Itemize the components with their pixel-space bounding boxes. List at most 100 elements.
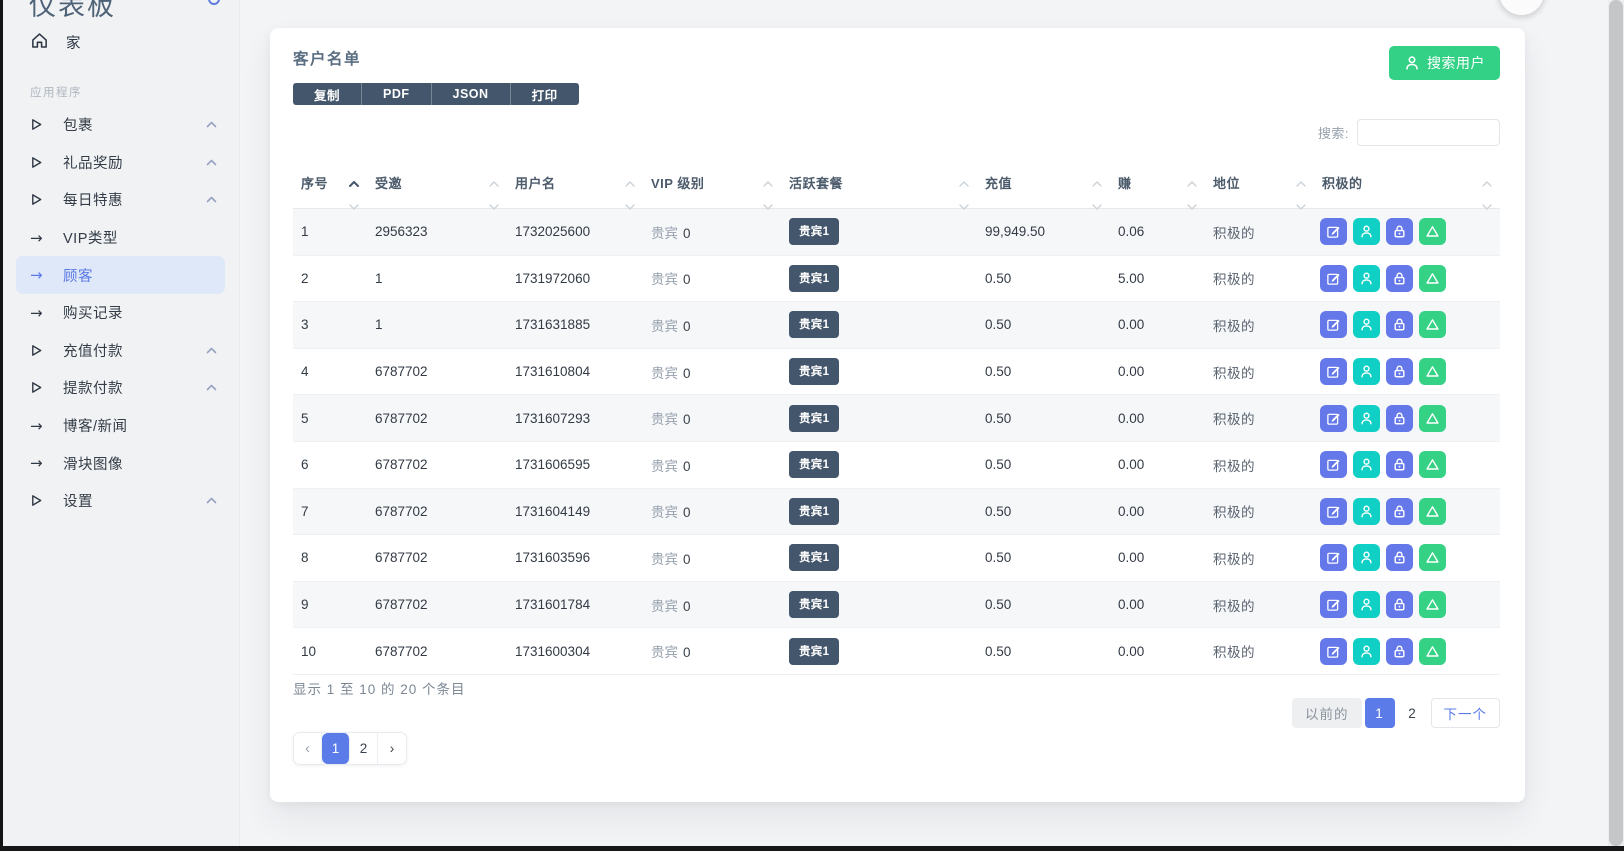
column-header-8[interactable]: 积极的 xyxy=(1314,168,1500,209)
edit-button[interactable] xyxy=(1320,498,1347,525)
export-button-group: 复制 PDF JSON 打印 xyxy=(293,83,579,105)
sidebar-item-home[interactable]: 家 xyxy=(3,24,239,60)
column-header-3[interactable]: VIP 级别 xyxy=(643,168,781,209)
print-button[interactable]: 打印 xyxy=(511,83,579,105)
edit-button[interactable] xyxy=(1320,544,1347,571)
edit-button[interactable] xyxy=(1320,405,1347,432)
approve-button[interactable] xyxy=(1419,358,1446,385)
approve-button[interactable] xyxy=(1419,638,1446,665)
approve-button[interactable] xyxy=(1419,311,1446,338)
sidebar-item-9[interactable]: →滑块图像 xyxy=(16,444,225,482)
lock-button[interactable] xyxy=(1386,218,1413,245)
edit-button[interactable] xyxy=(1320,358,1347,385)
user-detail-button[interactable] xyxy=(1353,265,1380,292)
json-button[interactable]: JSON xyxy=(432,83,511,105)
cell-recharge: 0.50 xyxy=(977,441,1110,488)
copy-button[interactable]: 复制 xyxy=(293,83,362,105)
table-row: 1067877021731600304贵宾0贵宾10.500.00积极的 xyxy=(293,628,1500,675)
user-avatar[interactable] xyxy=(1498,0,1545,16)
vip-value: 0 xyxy=(683,319,691,334)
user-detail-button[interactable] xyxy=(1353,638,1380,665)
pager-next-arrow[interactable]: › xyxy=(378,733,406,764)
user-detail-button[interactable] xyxy=(1353,405,1380,432)
cell-earn: 0.06 xyxy=(1110,209,1205,256)
lock-button[interactable] xyxy=(1386,358,1413,385)
approve-button[interactable] xyxy=(1419,218,1446,245)
column-header-0[interactable]: 序号 xyxy=(293,168,367,209)
edit-button[interactable] xyxy=(1320,451,1347,478)
edit-icon xyxy=(1326,550,1341,565)
previous-page-button[interactable]: 以前的 xyxy=(1292,698,1362,728)
sidebar-item-0[interactable]: 包裹 xyxy=(16,106,225,144)
sort-desc-icon xyxy=(1296,198,1306,213)
column-header-6[interactable]: 赚 xyxy=(1110,168,1205,209)
approve-button[interactable] xyxy=(1419,544,1446,571)
sidebar-item-10[interactable]: 设置 xyxy=(16,482,225,520)
user-detail-button[interactable] xyxy=(1353,358,1380,385)
user-detail-button[interactable] xyxy=(1353,451,1380,478)
lock-button[interactable] xyxy=(1386,591,1413,618)
user-detail-button[interactable] xyxy=(1353,311,1380,338)
page-1-button[interactable]: 1 xyxy=(1365,698,1395,728)
lock-button[interactable] xyxy=(1386,498,1413,525)
sidebar-item-4[interactable]: →顾客 xyxy=(16,256,225,294)
pager-page-2[interactable]: 2 xyxy=(350,733,378,764)
column-label: 地位 xyxy=(1213,176,1240,191)
column-header-5[interactable]: 充值 xyxy=(977,168,1110,209)
sidebar-toggle-icon[interactable] xyxy=(208,0,220,5)
sidebar-item-3[interactable]: →VIP类型 xyxy=(16,219,225,257)
cell-recharge: 0.50 xyxy=(977,395,1110,442)
page-2-button[interactable]: 2 xyxy=(1398,698,1428,728)
vertical-scrollbar[interactable] xyxy=(1608,0,1624,846)
column-header-7[interactable]: 地位 xyxy=(1205,168,1314,209)
search-input[interactable] xyxy=(1357,119,1500,146)
cell-vip-level: 贵宾0 xyxy=(643,395,781,442)
lock-button[interactable] xyxy=(1386,451,1413,478)
lock-button[interactable] xyxy=(1386,544,1413,571)
approve-button[interactable] xyxy=(1419,498,1446,525)
sidebar-item-2[interactable]: 每日特惠 xyxy=(16,181,225,219)
lock-button[interactable] xyxy=(1386,265,1413,292)
user-detail-button[interactable] xyxy=(1353,498,1380,525)
approve-button[interactable] xyxy=(1419,591,1446,618)
approve-button[interactable] xyxy=(1419,265,1446,292)
column-header-2[interactable]: 用户名 xyxy=(507,168,643,209)
sidebar-item-5[interactable]: →购买记录 xyxy=(16,294,225,332)
sidebar-item-7[interactable]: 提款付款 xyxy=(16,369,225,407)
cell-username: 1732025600 xyxy=(507,209,643,256)
lock-icon xyxy=(1392,644,1407,659)
edit-button[interactable] xyxy=(1320,311,1347,338)
sidebar-item-6[interactable]: 充值付款 xyxy=(16,332,225,370)
edit-button[interactable] xyxy=(1320,591,1347,618)
sidebar-item-8[interactable]: →博客/新闻 xyxy=(16,407,225,445)
approve-button[interactable] xyxy=(1419,405,1446,432)
play-icon xyxy=(30,344,50,357)
column-header-4[interactable]: 活跃套餐 xyxy=(781,168,977,209)
cell-vip-level: 贵宾0 xyxy=(643,302,781,349)
approve-button[interactable] xyxy=(1419,451,1446,478)
edit-button[interactable] xyxy=(1320,218,1347,245)
next-page-button[interactable]: 下一个 xyxy=(1431,698,1501,728)
search-user-button[interactable]: 搜索用户 xyxy=(1389,46,1500,80)
user-detail-button[interactable] xyxy=(1353,544,1380,571)
pdf-button[interactable]: PDF xyxy=(362,83,432,105)
lock-button[interactable] xyxy=(1386,311,1413,338)
lock-button[interactable] xyxy=(1386,638,1413,665)
edit-button[interactable] xyxy=(1320,638,1347,665)
sort-icons xyxy=(1482,175,1492,213)
edit-button[interactable] xyxy=(1320,265,1347,292)
cell-vip-level: 贵宾0 xyxy=(643,209,781,256)
cell-vip-level: 贵宾0 xyxy=(643,441,781,488)
pager-prev-arrow[interactable]: ‹ xyxy=(294,733,322,764)
lock-button[interactable] xyxy=(1386,405,1413,432)
scrollbar-thumb[interactable] xyxy=(1609,0,1623,846)
cell-earn: 0.00 xyxy=(1110,302,1205,349)
user-detail-button[interactable] xyxy=(1353,218,1380,245)
sort-desc-icon xyxy=(1187,198,1197,213)
column-header-1[interactable]: 受邀 xyxy=(367,168,507,209)
triangle-icon xyxy=(1425,504,1440,519)
pager-page-1[interactable]: 1 xyxy=(322,733,350,764)
sidebar-item-1[interactable]: 礼品奖励 xyxy=(16,144,225,182)
package-badge: 贵宾1 xyxy=(789,591,839,618)
user-detail-button[interactable] xyxy=(1353,591,1380,618)
